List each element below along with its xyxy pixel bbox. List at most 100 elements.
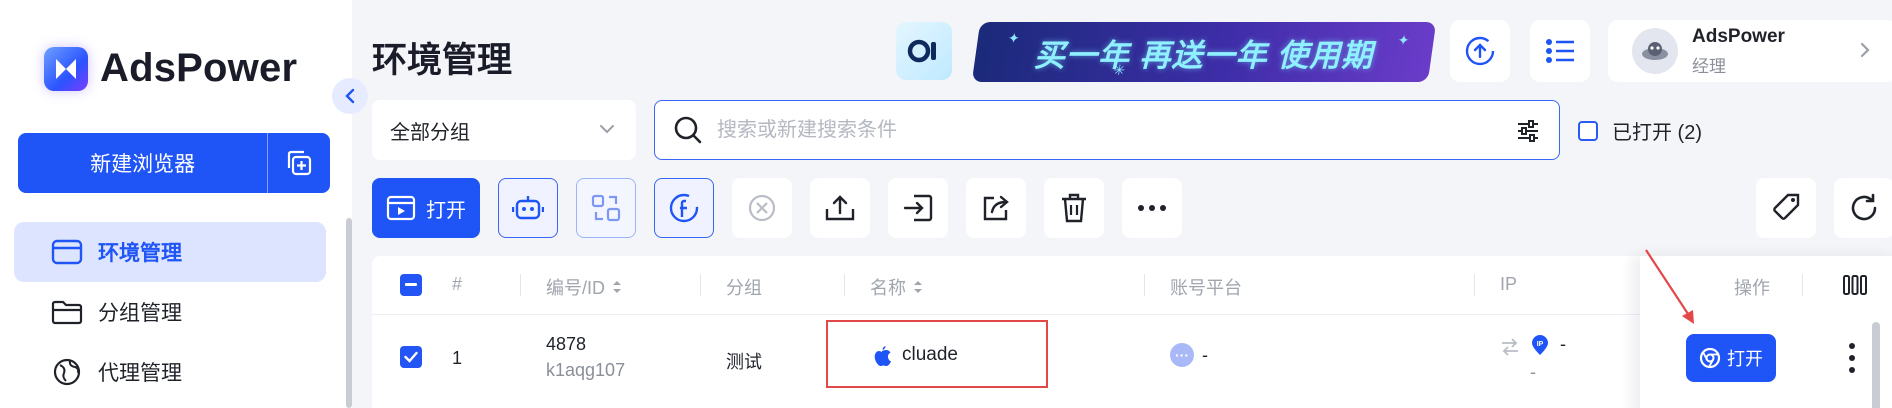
trash-icon	[1062, 193, 1086, 223]
row-id: k1aqg107	[546, 360, 626, 380]
globe-icon	[50, 357, 84, 387]
import-button[interactable]	[888, 178, 948, 238]
user-name: AdsPower	[1692, 25, 1785, 47]
apple-icon	[874, 346, 891, 366]
new-browser-button[interactable]: 新建浏览器	[18, 133, 330, 193]
promo-banner[interactable]: ✦ ✳ ✦ 买一年 再送一年 使用期	[971, 22, 1437, 82]
logo: AdsPower	[44, 46, 297, 91]
more-actions-button[interactable]	[1122, 178, 1182, 238]
list-icon	[1546, 39, 1574, 63]
ip-pin-icon: IP	[1530, 334, 1550, 356]
header-name-label: 名称	[870, 278, 906, 298]
facebook-refresh-icon	[669, 193, 699, 223]
header-group: 分组	[726, 278, 762, 298]
close-browser-button[interactable]	[732, 178, 792, 238]
sidebar-scrollbar[interactable]	[346, 218, 352, 408]
rpa-bot-button[interactable]	[498, 178, 558, 238]
row-group: 测试	[726, 352, 762, 372]
sidebar-item-groups[interactable]: 分组管理	[14, 282, 326, 342]
header-divider	[844, 274, 845, 296]
header-divider	[1474, 274, 1475, 296]
group-select-value: 全部分组	[390, 121, 470, 144]
search-icon	[674, 116, 702, 144]
row-ip-sub: -	[1530, 362, 1536, 382]
upload-button[interactable]	[810, 178, 870, 238]
sunbrowser-icon	[1699, 347, 1721, 369]
import-icon	[903, 194, 933, 222]
swap-arrows-icon	[1502, 338, 1518, 356]
sidebar-item-label: 代理管理	[98, 362, 182, 385]
brand-name: AdsPower	[100, 46, 298, 90]
sort-icon	[914, 281, 922, 293]
star-icon: ✦	[1396, 32, 1411, 48]
adspower-logo-icon	[44, 46, 88, 91]
page-title: 环境管理	[372, 41, 513, 80]
header-name[interactable]: 名称	[870, 274, 924, 300]
sync-button[interactable]	[1450, 20, 1510, 82]
sort-icon	[613, 281, 622, 293]
row-checkbox[interactable]	[400, 346, 422, 368]
window-sync-button[interactable]	[576, 178, 636, 238]
header-divider	[700, 274, 701, 296]
row-open-button[interactable]: 打开	[1686, 334, 1776, 382]
banner-text: 买一年 再送一年 使用期	[1034, 37, 1374, 73]
delete-button[interactable]	[1044, 178, 1104, 238]
share-button[interactable]	[966, 178, 1026, 238]
header-divider	[1144, 274, 1145, 296]
app-tile[interactable]	[896, 22, 952, 80]
search-bar[interactable]	[654, 100, 1560, 160]
add-copy-icon[interactable]	[268, 133, 330, 193]
header-actions: 操作	[1734, 278, 1770, 298]
header-id-label: 编号/ID	[546, 278, 606, 298]
user-menu[interactable]: AdsPower 经理	[1608, 20, 1892, 82]
search-input[interactable]	[717, 118, 1497, 142]
avatar	[1632, 28, 1678, 74]
open-browser-button[interactable]: 打开	[372, 178, 480, 238]
chevron-down-icon	[600, 125, 614, 134]
more-dots-icon: ···	[1170, 343, 1194, 367]
filter-sliders-icon[interactable]	[1515, 118, 1541, 144]
share-icon	[983, 195, 1009, 221]
opened-label: 已打开 (2)	[1612, 122, 1702, 144]
folder-icon	[50, 297, 84, 327]
opened-filter-checkbox[interactable]: 已打开 (2)	[1578, 116, 1702, 145]
row-index: 1	[452, 348, 463, 368]
refresh-button[interactable]	[1834, 178, 1892, 238]
row-open-label: 打开	[1727, 349, 1763, 369]
select-all-checkbox[interactable]	[400, 274, 422, 296]
group-select[interactable]: 全部分组	[372, 100, 636, 160]
new-browser-label: 新建浏览器	[90, 153, 196, 176]
sidebar-item-label: 分组管理	[98, 302, 182, 325]
header-id[interactable]: 编号/ID	[546, 274, 623, 300]
tag-button[interactable]	[1756, 178, 1816, 238]
more-horizontal-icon	[1138, 205, 1166, 211]
svg-text:IP: IP	[1537, 341, 1544, 348]
header-divider	[520, 274, 521, 296]
robot-icon	[512, 196, 544, 220]
upload-icon	[825, 195, 855, 221]
header-platform: 账号平台	[1170, 278, 1242, 298]
table-scrollbar[interactable]	[1872, 322, 1880, 408]
window-sync-icon	[591, 194, 621, 222]
refresh-icon	[1851, 193, 1877, 221]
collapse-sidebar-button[interactable]	[332, 78, 368, 114]
sidebar-item-proxy[interactable]: 代理管理	[14, 342, 326, 402]
header-divider	[1802, 274, 1803, 296]
checkbox[interactable]	[1578, 120, 1598, 141]
row-ip: -	[1560, 334, 1566, 354]
more-vertical-icon[interactable]	[1848, 342, 1856, 374]
row-name-label: cluade	[902, 344, 958, 365]
chevron-right-icon	[1860, 42, 1870, 58]
star-icon: ✦	[1006, 30, 1021, 46]
column-settings-icon[interactable]	[1842, 274, 1868, 296]
facebook-sync-button[interactable]	[654, 178, 714, 238]
sidebar-item-label: 环境管理	[98, 242, 182, 265]
row-platform: -	[1202, 345, 1208, 365]
task-list-button[interactable]	[1530, 20, 1590, 82]
tag-icon	[1773, 193, 1800, 220]
row-name[interactable]: cluade	[872, 344, 958, 366]
open-browser-label: 打开	[426, 199, 466, 222]
header-index: #	[452, 274, 463, 294]
user-role: 经理	[1692, 56, 1726, 76]
sidebar-item-env[interactable]: 环境管理	[14, 222, 326, 282]
